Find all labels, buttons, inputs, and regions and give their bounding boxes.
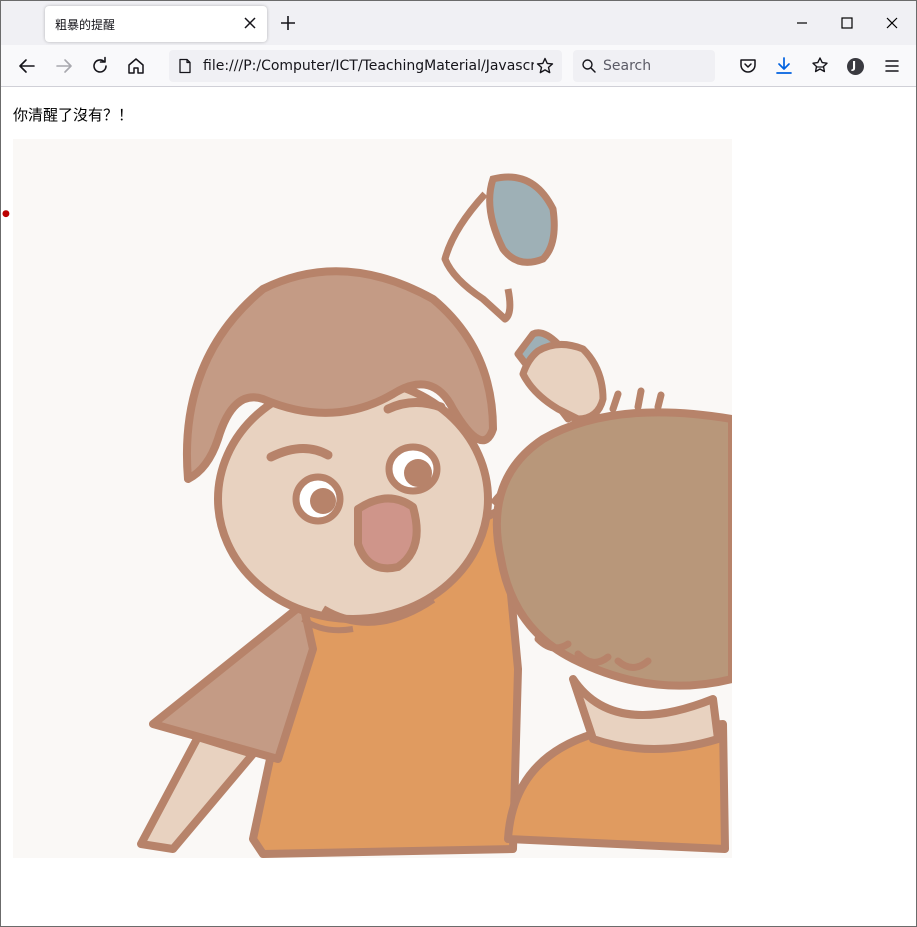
pocket-icon[interactable] <box>736 54 760 78</box>
search-placeholder: Search <box>603 58 652 74</box>
search-icon <box>582 59 596 73</box>
page-icon <box>179 58 191 74</box>
url-text: file:///P:/Computer/ICT/TeachingMaterial… <box>203 58 555 74</box>
account-initial: J <box>852 59 857 72</box>
extensions-icon[interactable] <box>808 54 832 78</box>
window-close-icon[interactable] <box>880 11 904 35</box>
title-bar: 粗暴的提醒 <box>1 1 916 45</box>
active-tab[interactable]: 粗暴的提醒 <box>45 6 267 42</box>
minimize-icon[interactable] <box>790 11 814 35</box>
new-tab-icon[interactable] <box>278 13 298 33</box>
browser-window: 粗暴的提醒 file:///P:/Computer/ICT/TeachingMa… <box>0 0 917 927</box>
home-icon[interactable] <box>124 54 148 78</box>
page-content: 你清醒了沒有？！ ● <box>2 87 915 926</box>
star-icon[interactable] <box>534 55 556 77</box>
address-bar[interactable]: file:///P:/Computer/ICT/TeachingMaterial… <box>169 50 562 82</box>
nav-toolbar: file:///P:/Computer/ICT/TeachingMaterial… <box>1 45 916 87</box>
forward-arrow-icon[interactable] <box>52 54 76 78</box>
edge-mark: ● <box>2 209 10 219</box>
tab-title: 粗暴的提醒 <box>55 18 116 32</box>
search-input[interactable]: Search <box>573 50 715 82</box>
page-heading: 你清醒了沒有？！ <box>13 106 134 124</box>
back-arrow-icon[interactable] <box>15 54 39 78</box>
maximize-icon[interactable] <box>835 11 859 35</box>
reload-icon[interactable] <box>88 54 112 78</box>
download-icon[interactable] <box>772 54 796 78</box>
close-icon[interactable] <box>241 14 259 32</box>
account-icon[interactable]: J <box>847 58 864 75</box>
hamburger-menu-icon[interactable] <box>880 54 904 78</box>
comic-illustration <box>13 139 732 858</box>
